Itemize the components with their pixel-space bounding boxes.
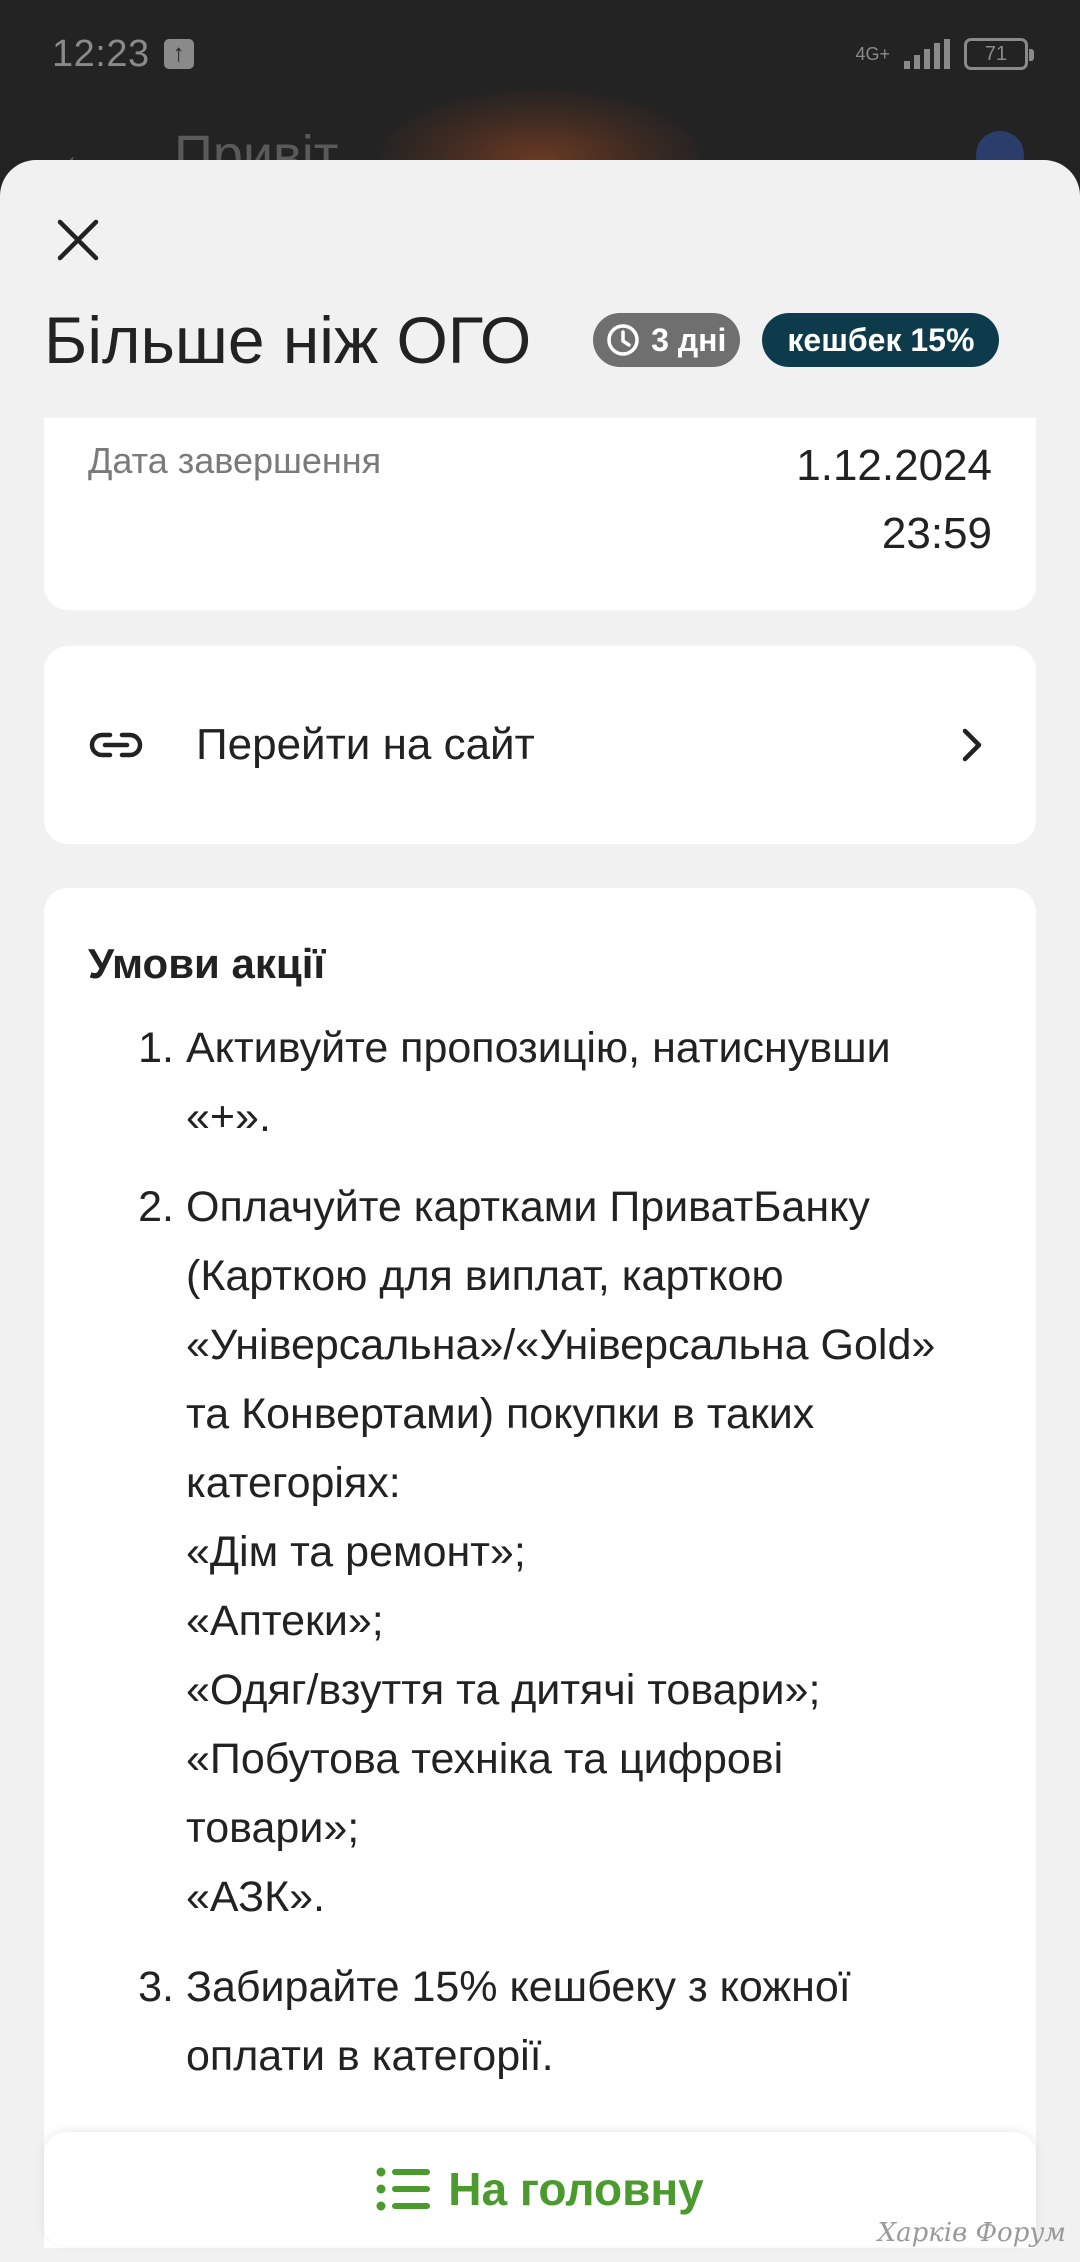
terms-item-line: «Універсальна»/«Універсальна Gold»: [186, 1321, 936, 1369]
network-type: 4G+: [855, 44, 890, 64]
terms-title: Умови акції: [88, 940, 326, 987]
terms-item: 3. Забирайте 15% кешбеку з кожної оплати в…: [88, 1953, 992, 2091]
close-icon: [57, 219, 99, 261]
terms-item-line: «+».: [186, 1093, 271, 1141]
dates-card: Дата завершення 1.12.2024 23:59: [44, 418, 1036, 610]
terms-item-line: оплати в категорії.: [186, 2032, 554, 2080]
offer-title: Більше ніж ОГО: [44, 303, 532, 377]
chevron-right-icon: [952, 725, 992, 765]
go-to-site-row[interactable]: Перейти на сайт: [44, 646, 1036, 844]
terms-item-line: «Одяг/взуття та дитячі товари»;: [186, 1666, 821, 1714]
terms-item-line: «Аптеки»;: [186, 1597, 384, 1645]
terms-item: 2. Оплачуйте картками ПриватБанку (Карткою…: [88, 1173, 992, 1932]
status-bar: 12:23 ↑ 4G+ 71: [0, 0, 1080, 108]
terms-item-line: товари»;: [186, 1804, 360, 1852]
terms-item-text: Оплачуйте картками ПриватБанку (Карткою д…: [186, 1173, 992, 1932]
terms-item-line: Оплачуйте картками ПриватБанку: [186, 1183, 870, 1231]
terms-list: 1. Активуйте пропозицію, натиснувши «+». 2.…: [88, 1014, 992, 2091]
offer-details-scroll[interactable]: Дата завершення 1.12.2024 23:59 Перейти …: [0, 418, 1080, 2248]
terms-item-line: Забирайте 15% кешбеку з кожної: [186, 1963, 851, 2011]
end-date: 1.12.2024: [796, 441, 992, 490]
terms-item-text: Активуйте пропозицію, натиснувши «+».: [186, 1014, 992, 1152]
terms-item-number: 3.: [138, 1963, 174, 2011]
terms-item-line: «АЗК».: [186, 1873, 325, 1921]
duration-badge: 3 дні: [593, 313, 741, 367]
duration-text: 3 дні: [651, 321, 727, 358]
offer-bottom-sheet: Більше ніж ОГО 3 дні кешбек 15% Дата зав…: [0, 160, 1080, 2262]
terms-item-line: «Дім та ремонт»;: [186, 1528, 526, 1576]
offer-header: Більше ніж ОГО 3 дні кешбек 15%: [44, 285, 1044, 395]
terms-item-number: 1.: [138, 1024, 174, 1072]
terms-item-text: Забирайте 15% кешбеку з кожної оплати в к…: [186, 1953, 992, 2091]
terms-card: Умови акції 1. Активуйте пропозицію, нати…: [44, 888, 1036, 2248]
close-button[interactable]: [48, 210, 108, 270]
home-button-label: На головну: [448, 2163, 704, 2215]
watermark: Харків Форум: [877, 2218, 1066, 2248]
terms-item-line: (Карткою для виплат, карткою: [186, 1252, 784, 1300]
status-indicators: 4G+ 71: [855, 38, 1034, 70]
terms-item-line: категоріях:: [186, 1459, 401, 1507]
terms-item: 1. Активуйте пропозицію, натиснувши «+».: [88, 1014, 992, 1152]
cashback-badge: кешбек 15%: [762, 313, 1000, 367]
end-date-value: 1.12.2024 23:59: [796, 432, 992, 568]
cashback-text: кешбек 15%: [787, 321, 975, 358]
status-time: 12:23: [52, 32, 150, 75]
list-icon: [376, 2167, 431, 2211]
terms-item-line: Активуйте пропозицію, натиснувши: [186, 1024, 891, 1072]
battery-icon: 71: [964, 38, 1034, 70]
terms-item-number: 2.: [138, 1183, 174, 1231]
go-to-site-label: Перейти на сайт: [196, 720, 535, 769]
clock-icon: [607, 324, 639, 356]
upload-icon: ↑: [163, 39, 194, 69]
end-date-label: Дата завершення: [88, 440, 382, 481]
link-icon: [88, 725, 144, 765]
signal-icon: [904, 39, 950, 69]
terms-item-line: «Побутова техніка та цифрові: [186, 1735, 784, 1783]
battery-level: 71: [984, 43, 1008, 65]
end-time: 23:59: [881, 509, 992, 558]
terms-item-line: та Конвертами) покупки в таких: [186, 1390, 815, 1438]
